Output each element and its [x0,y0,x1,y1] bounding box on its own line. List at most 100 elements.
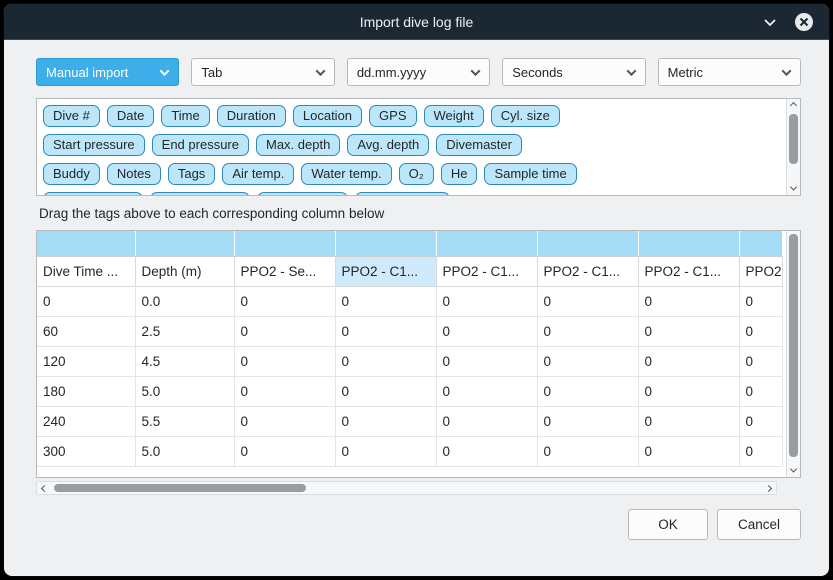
scroll-up-icon[interactable] [787,99,800,112]
tag-water-temp[interactable]: Water temp. [301,163,391,185]
window-title: Import dive log file [360,14,474,30]
table-cell: 0 [739,406,782,436]
table-cell: 0 [436,406,537,436]
table-horizontal-scrollbar[interactable] [36,481,777,495]
field-separator-select[interactable]: Tab [191,58,334,86]
import-dialog-window: Import dive log file Manual import Tab [3,3,830,577]
table-cell: 120 [37,346,135,376]
chevron-down-icon [471,66,481,76]
table-row: 240 5.5 0 0 0 0 0 0 [37,406,782,436]
tag-divemaster[interactable]: Divemaster [436,134,522,156]
chevron-down-icon [315,66,325,76]
table-cell: 0 [234,286,335,316]
table-cell: 0 [638,346,739,376]
table-cell: 0 [638,286,739,316]
drop-target-row [37,231,782,256]
units-value: Metric [668,65,703,80]
table-cell: 0 [234,376,335,406]
tag-weight[interactable]: Weight [424,105,484,127]
column-drop-target[interactable] [234,231,335,256]
tag-start-pressure[interactable]: Start pressure [43,134,145,156]
table-row: 0 0.0 0 0 0 0 0 0 [37,286,782,316]
tag-sample-depth[interactable]: Sample depth [43,192,143,196]
tag-sample-temp[interactable]: Sample temp. [150,192,250,196]
table-cell: 0 [37,286,135,316]
scrollbar-thumb[interactable] [789,114,798,164]
scrollbar-thumb[interactable] [54,484,306,492]
import-mode-select[interactable]: Manual import [36,58,179,86]
scroll-left-icon[interactable] [38,482,51,494]
scroll-right-icon[interactable] [762,482,775,494]
cancel-button[interactable]: Cancel [717,509,801,540]
preview-table-panel: Dive Time ... Depth (m) PPO2 - Se... PPO… [36,230,801,478]
column-drop-target[interactable] [37,231,135,256]
table-vertical-scrollbar[interactable] [786,231,800,477]
toolbar: Manual import Tab dd.mm.yyyy Seconds Met… [36,58,801,86]
header-row: Dive Time ... Depth (m) PPO2 - Se... PPO… [37,256,782,286]
dialog-content: Manual import Tab dd.mm.yyyy Seconds Met… [4,40,829,576]
table-row: 300 5.0 0 0 0 0 0 0 [37,436,782,466]
tag-air-temp[interactable]: Air temp. [222,163,294,185]
column-drop-target[interactable] [135,231,234,256]
table-cell: 0 [537,436,638,466]
table-cell: 0 [436,436,537,466]
table-cell: 0 [739,316,782,346]
tag-dive-number[interactable]: Dive # [43,105,100,127]
ok-button[interactable]: OK [628,509,708,540]
tag-avg-depth[interactable]: Avg. depth [347,134,429,156]
tag-duration[interactable]: Duration [217,105,286,127]
tag-location[interactable]: Location [293,105,362,127]
table-row: 180 5.0 0 0 0 0 0 0 [37,376,782,406]
table-cell: 0 [436,286,537,316]
column-drop-target[interactable] [335,231,436,256]
tag-cyl-size[interactable]: Cyl. size [491,105,560,127]
tag-row: Buddy Notes Tags Air temp. Water temp. O… [43,163,778,185]
table-cell: 0 [436,346,537,376]
table-cell: 0 [537,346,638,376]
table-cell: 0 [335,286,436,316]
table-cell: 0.0 [135,286,234,316]
date-format-select[interactable]: dd.mm.yyyy [347,58,490,86]
column-drop-target[interactable] [739,231,782,256]
tag-he[interactable]: He [441,163,478,185]
chevron-down-icon[interactable] [759,11,781,33]
column-drop-target[interactable] [436,231,537,256]
tag-max-depth[interactable]: Max. depth [256,134,340,156]
column-header: PPO2 - C1... [436,256,537,286]
tag-sample-time[interactable]: Sample time [484,163,576,185]
column-drop-target[interactable] [638,231,739,256]
units-select[interactable]: Metric [658,58,801,86]
duration-format-select[interactable]: Seconds [502,58,645,86]
tag-date[interactable]: Date [107,105,154,127]
tag-notes[interactable]: Notes [107,163,161,185]
tag-o2[interactable]: O₂ [399,163,434,185]
table-cell: 240 [37,406,135,436]
table-cell: 5.0 [135,436,234,466]
duration-format-value: Seconds [512,65,563,80]
tag-tags[interactable]: Tags [168,163,215,185]
tag-end-pressure[interactable]: End pressure [152,134,249,156]
column-header: Dive Time ... [37,256,135,286]
tag-row: Dive # Date Time Duration Location GPS W… [43,105,778,127]
close-icon[interactable] [793,11,815,33]
tag-sample-po2[interactable]: Sample pO₂ [257,192,347,196]
tag-row: Start pressure End pressure Max. depth A… [43,134,778,156]
tag-buddy[interactable]: Buddy [43,163,100,185]
tag-sample-cns[interactable]: Sample CNS [355,192,450,196]
table-cell: 0 [638,376,739,406]
table-cell: 0 [234,316,335,346]
table-cell: 0 [335,316,436,346]
tag-time[interactable]: Time [161,105,209,127]
scroll-down-icon[interactable] [787,182,800,195]
table-cell: 0 [234,436,335,466]
table-cell: 0 [739,286,782,316]
table-cell: 300 [37,436,135,466]
scroll-down-icon[interactable] [787,464,800,477]
tag-area-scrollbar[interactable] [786,99,800,195]
table-cell: 0 [537,376,638,406]
tag-gps[interactable]: GPS [369,105,416,127]
table-cell: 0 [537,316,638,346]
column-drop-target[interactable] [537,231,638,256]
scrollbar-thumb[interactable] [789,234,798,457]
tag-rows: Dive # Date Time Duration Location GPS W… [37,99,800,196]
